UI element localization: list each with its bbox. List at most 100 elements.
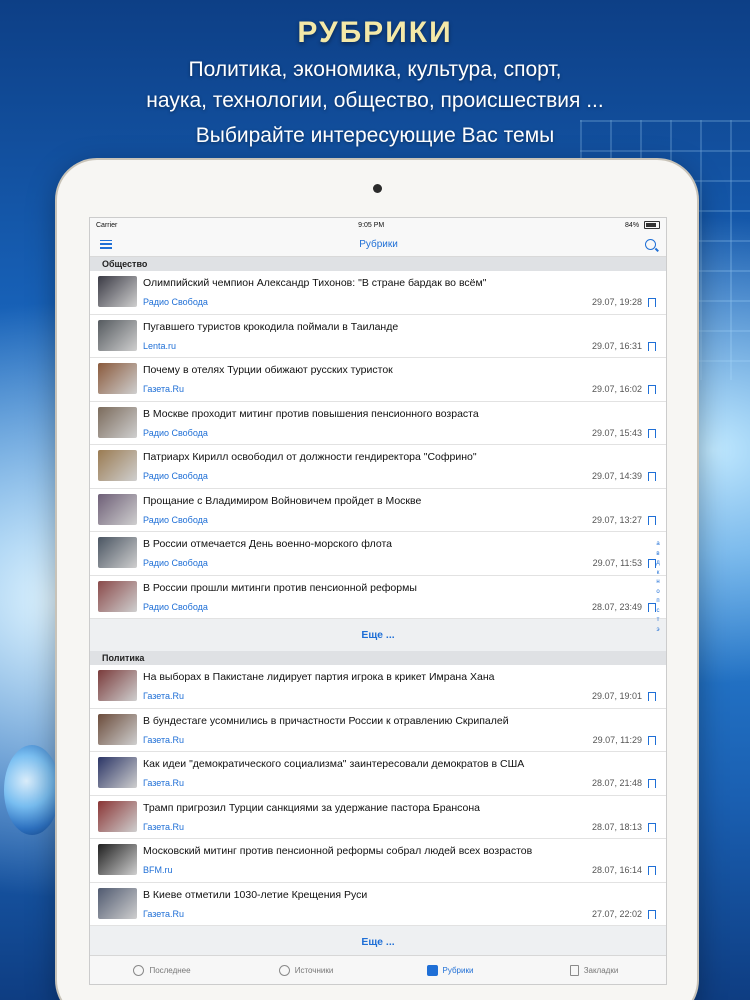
news-time: 27.07, 22:02	[591, 908, 642, 919]
news-title: Трамп пригрозил Турции санкциями за удер…	[143, 801, 481, 814]
bookmark-icon[interactable]	[647, 298, 656, 310]
news-time: 29.07, 16:31	[591, 340, 642, 351]
news-source: Радио Свобода	[143, 514, 208, 525]
news-thumbnail	[98, 670, 137, 701]
battery-icon	[644, 221, 660, 229]
bookmark-icon[interactable]	[647, 779, 656, 791]
news-thumbnail	[98, 757, 137, 788]
bookmark-icon[interactable]	[647, 866, 656, 878]
bookmark-icon[interactable]	[647, 515, 656, 528]
promo-line-1: Политика, экономика, культура, спорт,	[188, 58, 562, 81]
status-bar: Carrier 9:05 PM 84%	[90, 218, 666, 232]
news-item[interactable]: В России прошли митинги против пенсионно…	[90, 576, 666, 619]
news-time: 29.07, 11:53	[592, 558, 642, 568]
page-title: Рубрики	[359, 238, 398, 250]
news-item[interactable]: В России отмечается День военно-морского…	[90, 532, 666, 576]
news-title: В России прошли митинги против пенсионно…	[143, 581, 417, 594]
more-button[interactable]: Еще ...	[90, 619, 666, 651]
copyright-icon	[278, 964, 290, 976]
news-time: 29.07, 13:27	[591, 514, 642, 525]
news-thumbnail	[98, 276, 137, 307]
app-screen: Carrier 9:05 PM 84% Рубрики Общество Олим…	[89, 217, 667, 985]
news-thumbnail	[98, 713, 137, 745]
tab-label: Источники	[294, 965, 334, 975]
bookmark-icon[interactable]	[647, 472, 656, 484]
index-letter[interactable]: а	[656, 541, 659, 547]
menu-icon[interactable]	[100, 239, 112, 249]
news-item[interactable]: Почему в отелях Турции обижают русских т…	[90, 358, 666, 402]
bookmark-icon[interactable]	[647, 692, 656, 704]
index-letter[interactable]: к	[657, 570, 660, 576]
news-thumbnail	[98, 406, 137, 438]
bookmark-icon[interactable]	[647, 735, 656, 748]
news-item[interactable]: Патриарх Кирилл освободил от должности г…	[90, 445, 666, 489]
news-time: 28.07, 18:13	[591, 821, 642, 832]
alphabet-index[interactable]: авдкнопстэ	[652, 541, 664, 633]
news-source: Радио Свобода	[143, 558, 208, 568]
news-thumbnail	[98, 319, 137, 351]
tab-bar: Последнее Источники Рубрики Закладки	[90, 955, 666, 984]
tab-rubrics[interactable]: Рубрики	[378, 956, 522, 984]
news-source: Радио Свобода	[143, 427, 208, 438]
news-time: 29.07, 19:01	[591, 691, 642, 701]
bookmark-icon[interactable]	[647, 341, 656, 354]
bookmark-icon[interactable]	[647, 822, 656, 835]
news-item[interactable]: Как идеи "демократического социализма" з…	[90, 752, 666, 796]
news-time: 29.07, 14:39	[591, 471, 642, 481]
news-thumbnail	[98, 580, 137, 612]
news-title: В бундестаге усомнились в причастности Р…	[143, 714, 509, 727]
news-title: На выборах в Пакистане лидирует партия и…	[143, 671, 495, 683]
index-letter[interactable]: с	[657, 608, 660, 614]
index-letter[interactable]: э	[656, 627, 659, 633]
news-thumbnail	[98, 537, 137, 568]
news-item[interactable]: На выборах в Пакистане лидирует партия и…	[90, 665, 666, 709]
news-time: 29.07, 15:43	[591, 427, 642, 438]
news-item[interactable]: Московский митинг против пенсионной рефо…	[90, 839, 666, 883]
news-item[interactable]: Трамп пригрозил Турции санкциями за удер…	[90, 796, 666, 839]
tab-label: Последнее	[149, 965, 191, 975]
bookmark-icon[interactable]	[647, 385, 656, 397]
clock-label: 9:05 PM	[358, 221, 385, 229]
index-letter[interactable]: п	[656, 598, 659, 604]
news-item[interactable]: В Москве проходит митинг против повышени…	[90, 402, 666, 445]
news-time: 28.07, 23:49	[591, 601, 642, 612]
carrier-label: Carrier	[96, 221, 118, 229]
news-source: Радио Свобода	[143, 601, 208, 612]
news-time: 29.07, 16:02	[591, 384, 642, 394]
news-source: Газета.Ru	[143, 821, 185, 832]
tab-copyright[interactable]: Источники	[234, 956, 378, 984]
news-source: Газета.Ru	[143, 384, 185, 394]
news-time: 28.07, 16:14	[591, 865, 642, 875]
news-source: Радио Свобода	[143, 471, 208, 481]
rubrics-icon	[426, 964, 438, 976]
promo-title: РУБРИКИ	[297, 16, 453, 49]
more-button[interactable]: Еще ...	[90, 926, 666, 958]
clock-icon	[133, 964, 145, 976]
news-item[interactable]: Прощание с Владимиром Войновичем пройдет…	[90, 489, 666, 532]
news-source: Lenta.ru	[143, 340, 177, 351]
news-title: Почему в отелях Турции обижают русских т…	[143, 364, 393, 376]
news-source: BFM.ru	[143, 865, 173, 875]
news-title: В Москве проходит митинг против повышени…	[143, 407, 479, 420]
news-title: Прощание с Владимиром Войновичем пройдет…	[143, 494, 422, 507]
news-item[interactable]: В бундестаге усомнились в причастности Р…	[90, 709, 666, 752]
news-list[interactable]: Общество Олимпийский чемпион Александр Ти…	[90, 257, 666, 960]
index-letter[interactable]: д	[656, 560, 660, 566]
news-item[interactable]: Пугавшего туристов крокодила поймали в Т…	[90, 315, 666, 358]
bookmark-icon[interactable]	[647, 428, 656, 441]
index-letter[interactable]: в	[656, 551, 659, 557]
tab-clock[interactable]: Последнее	[90, 956, 234, 984]
news-title: Пугавшего туристов крокодила поймали в Т…	[143, 320, 399, 333]
index-letter[interactable]: т	[657, 617, 660, 623]
index-letter[interactable]: о	[656, 589, 659, 595]
battery-label: 84%	[625, 221, 640, 229]
news-time: 28.07, 21:48	[591, 778, 642, 788]
navigation-bar: Рубрики	[90, 232, 666, 257]
news-item[interactable]: В Киеве отметили 1030-летие Крещения Рус…	[90, 883, 666, 926]
tab-bookmark[interactable]: Закладки	[522, 956, 666, 984]
bookmark-icon[interactable]	[647, 909, 656, 922]
search-icon[interactable]	[645, 238, 656, 250]
globe-decoration	[4, 745, 60, 835]
index-letter[interactable]: н	[656, 579, 659, 585]
news-item[interactable]: Олимпийский чемпион Александр Тихонов: "…	[90, 271, 666, 315]
